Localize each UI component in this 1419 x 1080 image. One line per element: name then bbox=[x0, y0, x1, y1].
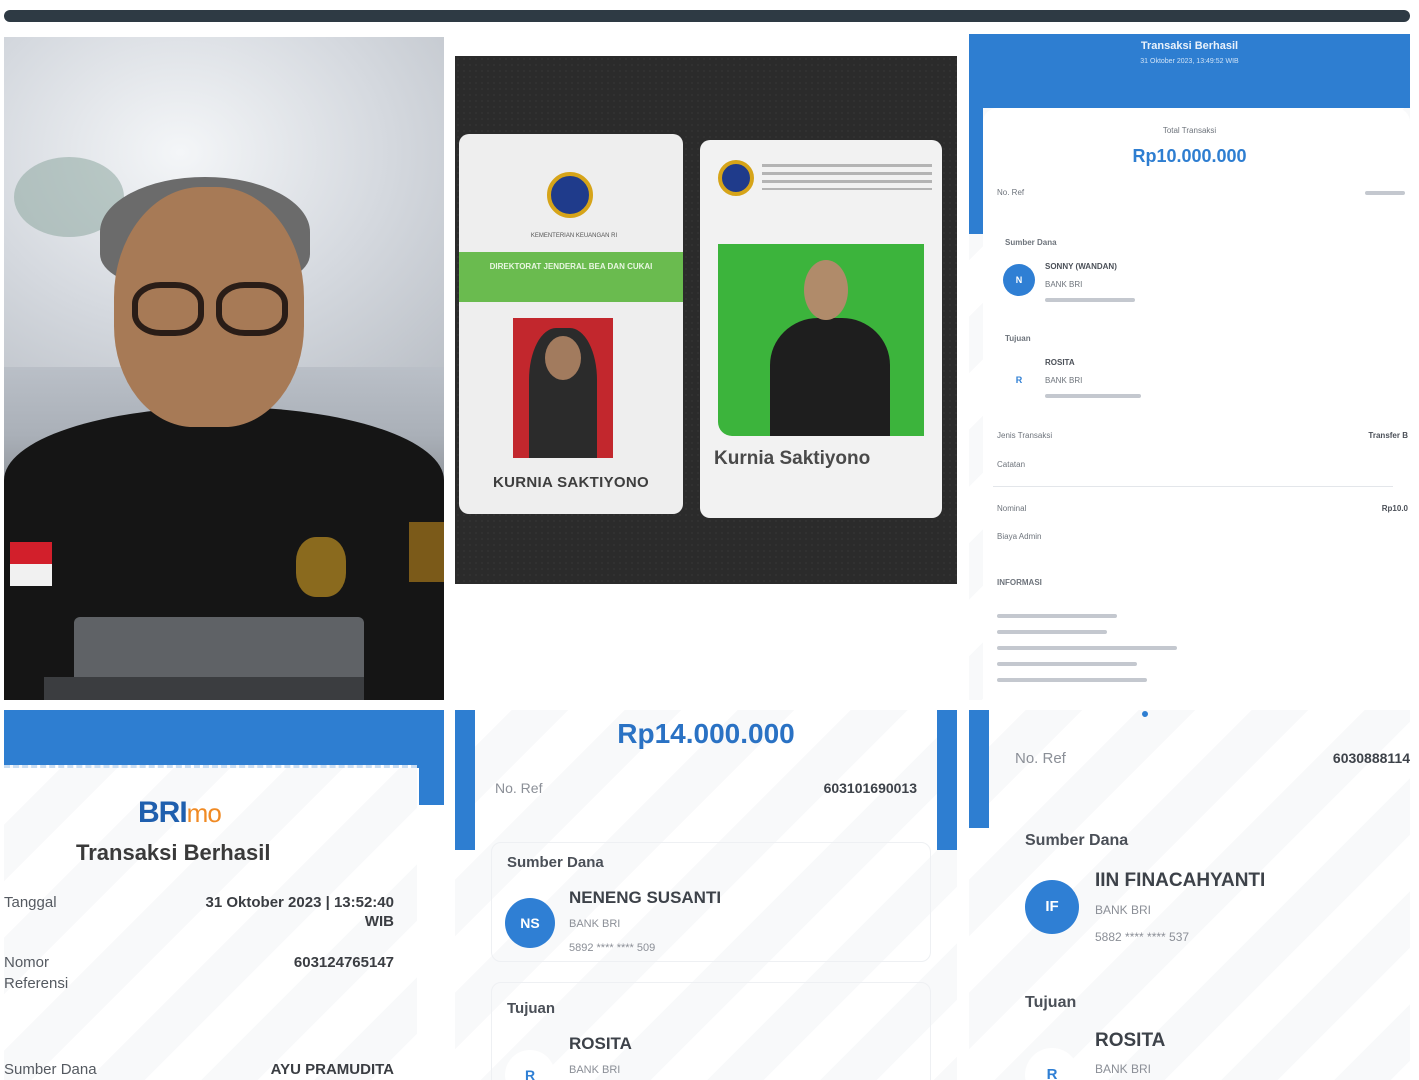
source-label: Sumber Dana bbox=[1025, 832, 1129, 849]
date-label: Tanggal bbox=[4, 894, 57, 911]
destination-bank: BANK BRI bbox=[1095, 1062, 1152, 1076]
destination-bank: BANK BRI bbox=[569, 1064, 621, 1076]
total-label: Total Transaksi bbox=[1162, 126, 1217, 135]
source-bank: BANK BRI bbox=[1045, 280, 1083, 289]
ref-label-line1: Nomor bbox=[4, 954, 50, 971]
receipt-title: Transaksi Berhasil bbox=[76, 840, 271, 865]
source-avatar: NS bbox=[505, 898, 555, 948]
source-name: NENENG SUSANTI bbox=[569, 888, 722, 907]
destination-bank: BANK BRI bbox=[1045, 376, 1083, 385]
directorate-banner: DIREKTORAT JENDERAL BEA DAN CUKAI bbox=[459, 252, 683, 302]
source-avatar: IF bbox=[1025, 880, 1079, 934]
receipt-iin: No. Ref 6030888114 Sumber Dana IF IIN FI… bbox=[969, 710, 1410, 1080]
ref-label: No. Ref bbox=[1015, 750, 1066, 767]
card-holder-name: Kurnia Saktiyono bbox=[714, 448, 871, 469]
card-holder-name: KURNIA SAKTIYONO bbox=[493, 474, 649, 491]
destination-name: ROSITA bbox=[569, 1034, 632, 1053]
id-cards-photo: KEMENTERIAN KEUANGAN RI DIREKTORAT JENDE… bbox=[455, 56, 957, 584]
ministry-label: KEMENTERIAN KEUANGAN RI bbox=[530, 233, 618, 239]
date-value: 31 Oktober 2023 | 13:52:40 bbox=[205, 894, 394, 911]
destination-label: Tujuan bbox=[1025, 994, 1077, 1011]
source-account: 5892 **** **** 509 bbox=[569, 942, 656, 954]
amount-value: Rp10.000.000 bbox=[1132, 146, 1247, 166]
source-avatar: N bbox=[1003, 264, 1035, 296]
pager-dot bbox=[1142, 711, 1148, 717]
ministry-emblem-icon bbox=[718, 160, 754, 196]
info-label: INFORMASI bbox=[997, 578, 1042, 587]
glasses-icon bbox=[124, 282, 294, 338]
receipt-header: Transaksi Berhasil 31 Oktober 2023, 13:4… bbox=[969, 34, 1410, 108]
receipt-rp10m: Transaksi Berhasil 31 Oktober 2023, 13:4… bbox=[969, 34, 1410, 700]
speaker-photo bbox=[4, 37, 444, 700]
nominal-value: Rp10.0 bbox=[1381, 504, 1408, 513]
source-name: IIN FINACAHYANTI bbox=[1095, 870, 1266, 891]
type-value: Transfer B bbox=[1368, 431, 1408, 440]
receipt-header-bar bbox=[4, 710, 444, 768]
date-timezone: WIB bbox=[364, 913, 394, 930]
indonesia-flag-icon bbox=[10, 542, 52, 586]
ref-label: No. Ref bbox=[997, 188, 1025, 197]
destination-label: Tujuan bbox=[507, 1000, 556, 1017]
brimo-logo: BRImo bbox=[138, 796, 222, 829]
shoulder-patch-icon bbox=[409, 522, 444, 582]
destination-name: ROSITA bbox=[1045, 358, 1075, 367]
ref-value: 603101690013 bbox=[823, 780, 917, 796]
receipt-brimo: BRImo Transaksi Berhasil Tanggal 31 Okto… bbox=[4, 710, 444, 1080]
directorate-label: DIREKTORAT JENDERAL BEA DAN CUKAI bbox=[489, 262, 653, 271]
ref-label: No. Ref bbox=[495, 780, 543, 796]
header-title: Transaksi Berhasil bbox=[1140, 40, 1239, 52]
source-label: Sumber Dana bbox=[1005, 238, 1057, 247]
ref-value: 6030888114 bbox=[1332, 750, 1410, 766]
source-label: Sumber Dana bbox=[507, 854, 604, 871]
type-label: Jenis Transaksi bbox=[997, 431, 1053, 440]
id-card-front: KEMENTERIAN KEUANGAN RI DIREKTORAT JENDE… bbox=[459, 134, 683, 514]
emblem-badge-icon bbox=[296, 537, 346, 597]
nominal-label: Nominal bbox=[997, 504, 1027, 513]
source-bank: BANK BRI bbox=[569, 918, 621, 930]
ref-label-line2: Referensi bbox=[4, 975, 69, 992]
header-date: 31 Oktober 2023, 13:49:52 WIB bbox=[1140, 58, 1239, 65]
destination-name: ROSITA bbox=[1095, 1030, 1166, 1051]
receipt-rp14m: Rp14.000.000 No. Ref 603101690013 Sumber… bbox=[455, 710, 957, 1080]
destination-avatar: R bbox=[1003, 364, 1035, 396]
source-bank: BANK BRI bbox=[1095, 903, 1152, 917]
ministry-emblem-icon bbox=[547, 172, 593, 218]
destination-avatar: R bbox=[1025, 1048, 1079, 1080]
note-label: Catatan bbox=[997, 460, 1026, 469]
amount-value: Rp14.000.000 bbox=[617, 718, 795, 749]
id-card-back: Kurnia Saktiyono bbox=[700, 140, 942, 518]
source-value: AYU PRAMUDITA bbox=[270, 1061, 394, 1078]
ref-value: 603124765147 bbox=[293, 954, 394, 971]
source-name: SONNY (WANDAN) bbox=[1045, 262, 1117, 271]
source-label: Sumber Dana bbox=[4, 1061, 97, 1078]
id-photo-green bbox=[718, 244, 924, 436]
id-photo-red bbox=[513, 318, 613, 458]
keyboard-device bbox=[44, 677, 364, 700]
directorate-text-block bbox=[762, 164, 932, 190]
top-frame-bar bbox=[4, 10, 1410, 22]
destination-label: Tujuan bbox=[1005, 334, 1031, 343]
source-account: 5882 **** **** 537 bbox=[1095, 930, 1190, 944]
fee-label: Biaya Admin bbox=[997, 532, 1042, 541]
